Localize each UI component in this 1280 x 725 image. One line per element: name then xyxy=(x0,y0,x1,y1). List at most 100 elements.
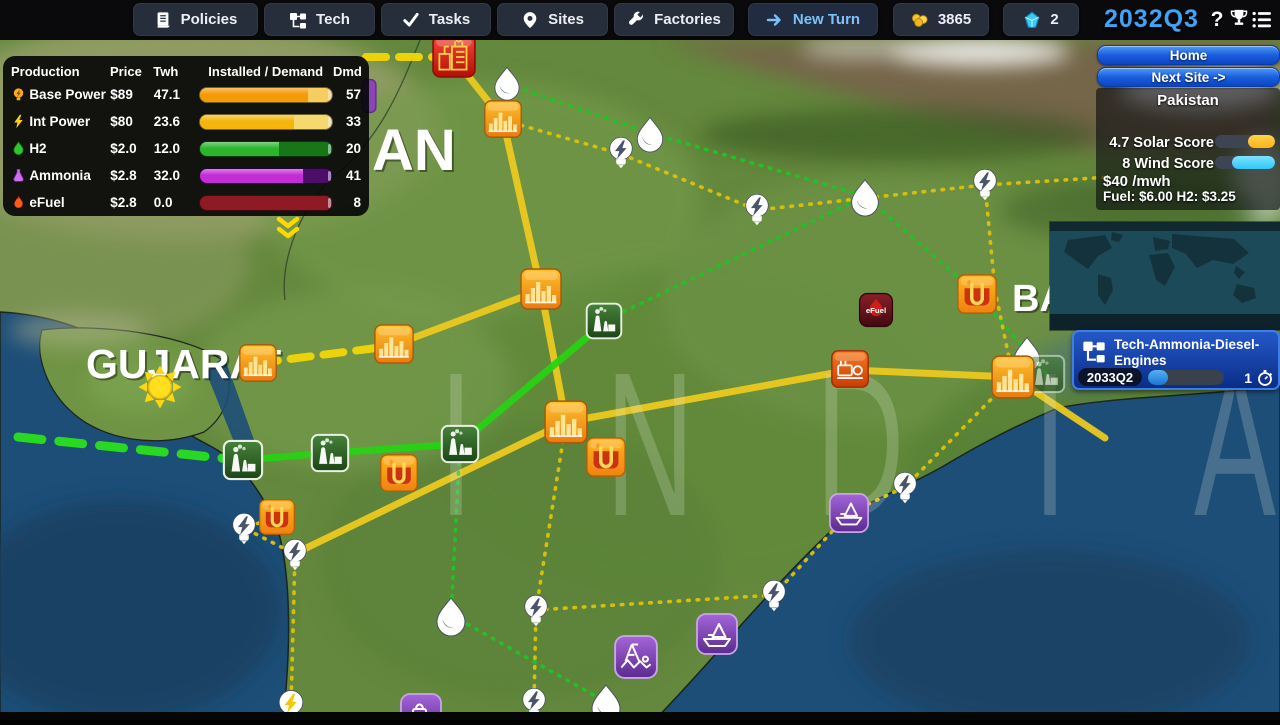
log-list-icon[interactable] xyxy=(1251,8,1273,30)
production-row: H2$2.012.0 20 xyxy=(11,135,361,162)
site-fuel-prices: Fuel: $6.00 H2: $3.25 xyxy=(1103,189,1236,204)
production-dmd: 20 xyxy=(334,141,361,156)
production-name: eFuel xyxy=(29,195,110,210)
production-dmd: 33 xyxy=(334,114,361,129)
solar-score-bar xyxy=(1215,135,1275,148)
world-minimap[interactable] xyxy=(1050,222,1280,330)
installed-demand-bar xyxy=(199,141,333,157)
research-name-line2: Engines xyxy=(1114,353,1167,368)
home-button[interactable]: Home xyxy=(1097,45,1280,65)
next-site-button[interactable]: Next Site -> xyxy=(1097,67,1280,87)
map-icon-fuel-storage[interactable] xyxy=(958,275,996,313)
research-progress-bar xyxy=(1148,370,1224,385)
map-icon-city-demand[interactable] xyxy=(375,325,413,363)
map-icon-h2-plant[interactable] xyxy=(224,441,262,479)
top-button-sites[interactable]: Sites xyxy=(497,3,608,36)
map-icon-city-demand[interactable] xyxy=(240,345,276,381)
research-queue-count: 1 xyxy=(1244,370,1252,386)
bottom-bar xyxy=(0,712,1280,720)
production-row: Int Power$8023.6 33 xyxy=(11,108,361,135)
header-installed-demand: Installed / Demand xyxy=(198,64,333,79)
top-button-label: Policies xyxy=(181,11,238,28)
installed-demand-bar xyxy=(199,114,333,130)
coins-icon xyxy=(911,11,929,29)
production-twh: 0.0 xyxy=(154,195,199,210)
header-price: Price xyxy=(110,64,153,79)
arrow-right-icon xyxy=(766,11,784,29)
top-button-new-turn[interactable]: New Turn xyxy=(748,3,878,36)
map-icon-h2-plant[interactable] xyxy=(587,304,622,339)
solar-bar-fill xyxy=(1248,135,1275,148)
research-progress-fill xyxy=(1148,370,1168,385)
map-icon-city-demand[interactable] xyxy=(485,101,521,137)
installed-demand-bar xyxy=(199,87,333,103)
map-icon-port[interactable] xyxy=(830,494,868,532)
resource-value: 3865 xyxy=(938,11,971,28)
production-price: $2.8 xyxy=(110,168,153,183)
top-button-label: Tasks xyxy=(429,11,470,28)
installed-demand-bar xyxy=(199,168,333,184)
wind-score-bar xyxy=(1215,156,1275,169)
site-name: Pakistan xyxy=(1096,92,1280,109)
tech-tree-icon xyxy=(1082,339,1106,363)
map-icon-mine[interactable] xyxy=(615,636,657,678)
map-icon-solar-site[interactable] xyxy=(139,366,182,409)
flask-icon xyxy=(11,168,29,184)
production-price: $2.0 xyxy=(110,141,153,156)
map-icon-fuel-storage[interactable] xyxy=(587,438,625,476)
site-info-panel: Pakistan 4.7 Solar Score 8 Wind Score $4… xyxy=(1096,88,1280,210)
drop-icon xyxy=(11,141,29,157)
production-twh: 23.6 xyxy=(154,114,199,129)
map-icon-port[interactable] xyxy=(697,614,737,654)
production-price: $80 xyxy=(110,114,153,129)
trophy-icon[interactable] xyxy=(1229,8,1249,30)
site-power-price: $40 /mwh xyxy=(1103,173,1171,190)
resource-money[interactable]: 3865 xyxy=(893,3,989,36)
header-production: Production xyxy=(11,64,110,79)
top-bar: 2032Q3 ? PoliciesTechTasksSitesFactories… xyxy=(0,0,1280,40)
tech-tree-icon xyxy=(289,11,307,29)
production-price: $89 xyxy=(110,87,153,102)
production-name: H2 xyxy=(29,141,110,156)
production-row: Ammonia$2.832.0 41 xyxy=(11,162,361,189)
production-twh: 32.0 xyxy=(154,168,199,183)
top-button-policies[interactable]: Policies xyxy=(133,3,258,36)
production-dmd: 41 xyxy=(334,168,361,183)
production-twh: 47.1 xyxy=(154,87,199,102)
research-eta: 2033Q2 xyxy=(1078,368,1142,386)
map-icon-city-demand[interactable] xyxy=(521,269,561,309)
top-button-factories[interactable]: Factories xyxy=(614,3,734,36)
production-name: Ammonia xyxy=(29,168,110,183)
installed-demand-bar xyxy=(199,195,333,211)
scroll-icon xyxy=(154,11,172,29)
top-button-label: Factories xyxy=(654,11,721,28)
bulb-icon xyxy=(11,87,29,103)
production-header: ProductionPriceTwhInstalled / DemandDmd xyxy=(11,61,361,81)
resource-value: 2 xyxy=(1050,11,1058,28)
map-icon-city-demand[interactable] xyxy=(545,401,587,443)
production-name: Base Power xyxy=(29,87,110,102)
header-dmd: Dmd xyxy=(333,64,361,79)
help-icon[interactable]: ? xyxy=(1209,8,1225,32)
production-twh: 12.0 xyxy=(154,141,199,156)
map-icon-fuel-storage[interactable] xyxy=(260,500,295,535)
top-button-label: Tech xyxy=(316,11,350,28)
map-icon-fuel-storage[interactable] xyxy=(381,455,417,491)
map-icon-city-demand[interactable] xyxy=(992,356,1034,398)
map-icon-efuel-plant[interactable]: eFuel xyxy=(860,294,893,327)
production-name: Int Power xyxy=(29,114,110,129)
top-button-tasks[interactable]: Tasks xyxy=(381,3,491,36)
top-button-tech[interactable]: Tech xyxy=(264,3,375,36)
production-price: $2.8 xyxy=(110,195,153,210)
bolt-icon xyxy=(11,114,29,130)
map-icon-generator-plant[interactable] xyxy=(832,351,868,387)
map-icon-refinery[interactable] xyxy=(433,35,475,77)
resource-research[interactable]: 2 xyxy=(1003,3,1079,36)
stopwatch-icon xyxy=(1256,369,1274,387)
map-icon-h2-plant[interactable] xyxy=(312,435,348,471)
svg-text:eFuel: eFuel xyxy=(866,306,886,315)
research-panel[interactable]: Tech-Ammonia-Diesel- Engines 2033Q2 1 xyxy=(1072,330,1280,390)
production-dmd: 57 xyxy=(334,87,361,102)
map-icon-h2-plant[interactable] xyxy=(442,426,478,462)
top-button-label: Sites xyxy=(548,11,584,28)
